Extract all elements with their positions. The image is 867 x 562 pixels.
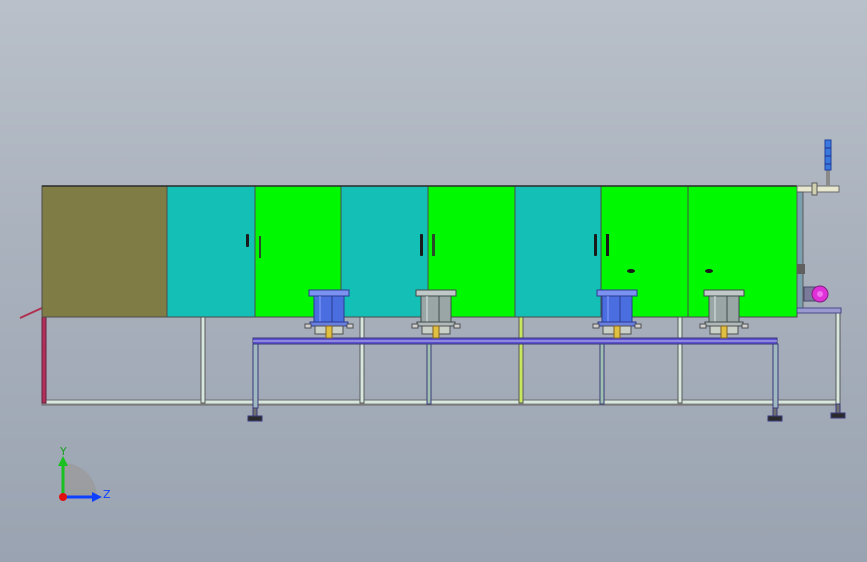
coordinate-triad-icon[interactable]: Y Z: [58, 445, 111, 502]
door-handle[interactable]: [594, 234, 597, 256]
panel-teal-1: [166, 185, 256, 318]
panel-olive: [41, 185, 168, 318]
motor-icon: [803, 285, 829, 303]
door-handle[interactable]: [606, 234, 609, 256]
door-handle[interactable]: [246, 234, 249, 247]
door-handle[interactable]: [432, 234, 435, 256]
feeder-table: [247, 337, 846, 422]
cad-viewport[interactable]: Y Z: [0, 0, 867, 562]
door-lock: [627, 269, 635, 273]
axis-z-label: Z: [103, 488, 111, 501]
door-handle[interactable]: [259, 236, 261, 258]
signal-tower-icon: [824, 139, 832, 186]
door-handle[interactable]: [420, 234, 423, 256]
door-lock: [705, 269, 713, 273]
panel-teal-3: [514, 185, 602, 318]
cabinet: [41, 185, 798, 318]
assembly-drawing: Y Z: [19, 139, 846, 502]
exit-module: [796, 139, 842, 314]
axis-y-label: Y: [59, 445, 67, 458]
panel-teal-2: [340, 185, 429, 318]
panel-green-4: [687, 185, 798, 318]
